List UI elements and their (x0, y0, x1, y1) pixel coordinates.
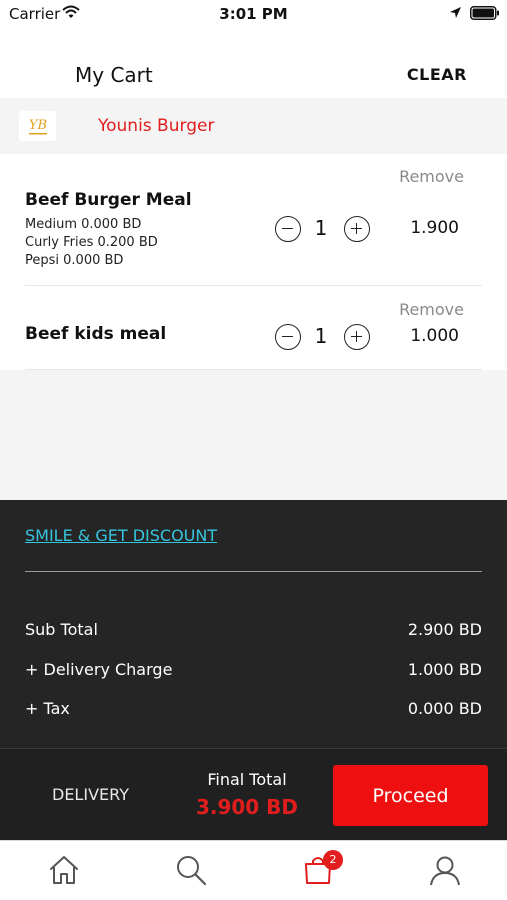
delivery-charge-label: + Delivery Charge (25, 660, 173, 679)
item-option: Pepsi 0.000 BD (25, 253, 124, 268)
final-total-label: Final Total (207, 770, 287, 789)
status-time: 3:01 PM (219, 5, 288, 23)
cart-item: Remove Beef Burger Meal Medium 0.000 BD … (0, 154, 507, 286)
decrease-quantity-button[interactable] (275, 216, 301, 242)
remove-item-button[interactable]: Remove (399, 167, 464, 186)
decrease-quantity-button[interactable] (275, 324, 301, 350)
home-icon (50, 856, 78, 884)
cart-count-badge: 2 (323, 850, 343, 870)
item-quantity: 1 (314, 324, 328, 348)
restaurant-name: Younis Burger (98, 116, 215, 136)
item-option: Curly Fries 0.200 BD (25, 235, 158, 250)
final-total-value: 3.900 BD (195, 795, 299, 819)
tab-search[interactable] (151, 841, 231, 900)
increase-quantity-button[interactable] (344, 216, 370, 242)
item-price: 1.900 (410, 218, 459, 238)
younis-burger-logo-icon: YB (28, 118, 47, 135)
delivery-mode-label[interactable]: DELIVERY (52, 785, 129, 804)
location-arrow-icon (450, 7, 461, 18)
nav-header: My Cart CLEAR (0, 48, 507, 98)
tax-value: 0.000 BD (407, 699, 482, 718)
item-name: Beef Burger Meal (25, 190, 192, 210)
checkout-bar: DELIVERY Final Total 3.900 BD Proceed (0, 748, 507, 840)
restaurant-bar: YB Younis Burger (0, 98, 507, 154)
status-bar: Carrier 3:01 PM (0, 0, 507, 30)
proceed-button[interactable]: Proceed (333, 765, 488, 826)
cart-item: Remove Beef kids meal 1 1.000 (0, 286, 507, 370)
profile-icon (430, 856, 460, 886)
subtotal-value: 2.900 BD (407, 620, 482, 639)
delivery-charge-value: 1.000 BD (407, 660, 482, 679)
empty-area (0, 370, 507, 500)
cart-list: Remove Beef Burger Meal Medium 0.000 BD … (0, 154, 507, 370)
battery-icon (470, 6, 499, 20)
increase-quantity-button[interactable] (344, 324, 370, 350)
logo-text: YB (28, 118, 46, 133)
item-option: Medium 0.000 BD (25, 217, 142, 232)
restaurant-logo: YB (19, 111, 56, 141)
smile-discount-link[interactable]: SMILE & GET DISCOUNT (25, 526, 217, 545)
item-price: 1.000 (410, 326, 459, 346)
summary-divider (25, 571, 482, 572)
item-name: Beef kids meal (25, 324, 167, 344)
order-summary-panel: SMILE & GET DISCOUNT Sub Total 2.900 BD … (0, 500, 507, 748)
clear-cart-button[interactable]: CLEAR (407, 65, 467, 84)
page-title: My Cart (75, 63, 153, 87)
item-quantity: 1 (314, 216, 328, 240)
subtotal-label: Sub Total (25, 620, 98, 639)
tab-profile[interactable] (405, 841, 485, 900)
tab-bar: 2 (0, 840, 507, 900)
tab-cart[interactable]: 2 (278, 841, 358, 900)
tax-label: + Tax (25, 699, 70, 718)
tab-home[interactable] (24, 841, 104, 900)
remove-item-button[interactable]: Remove (399, 300, 464, 319)
search-icon (177, 856, 207, 886)
